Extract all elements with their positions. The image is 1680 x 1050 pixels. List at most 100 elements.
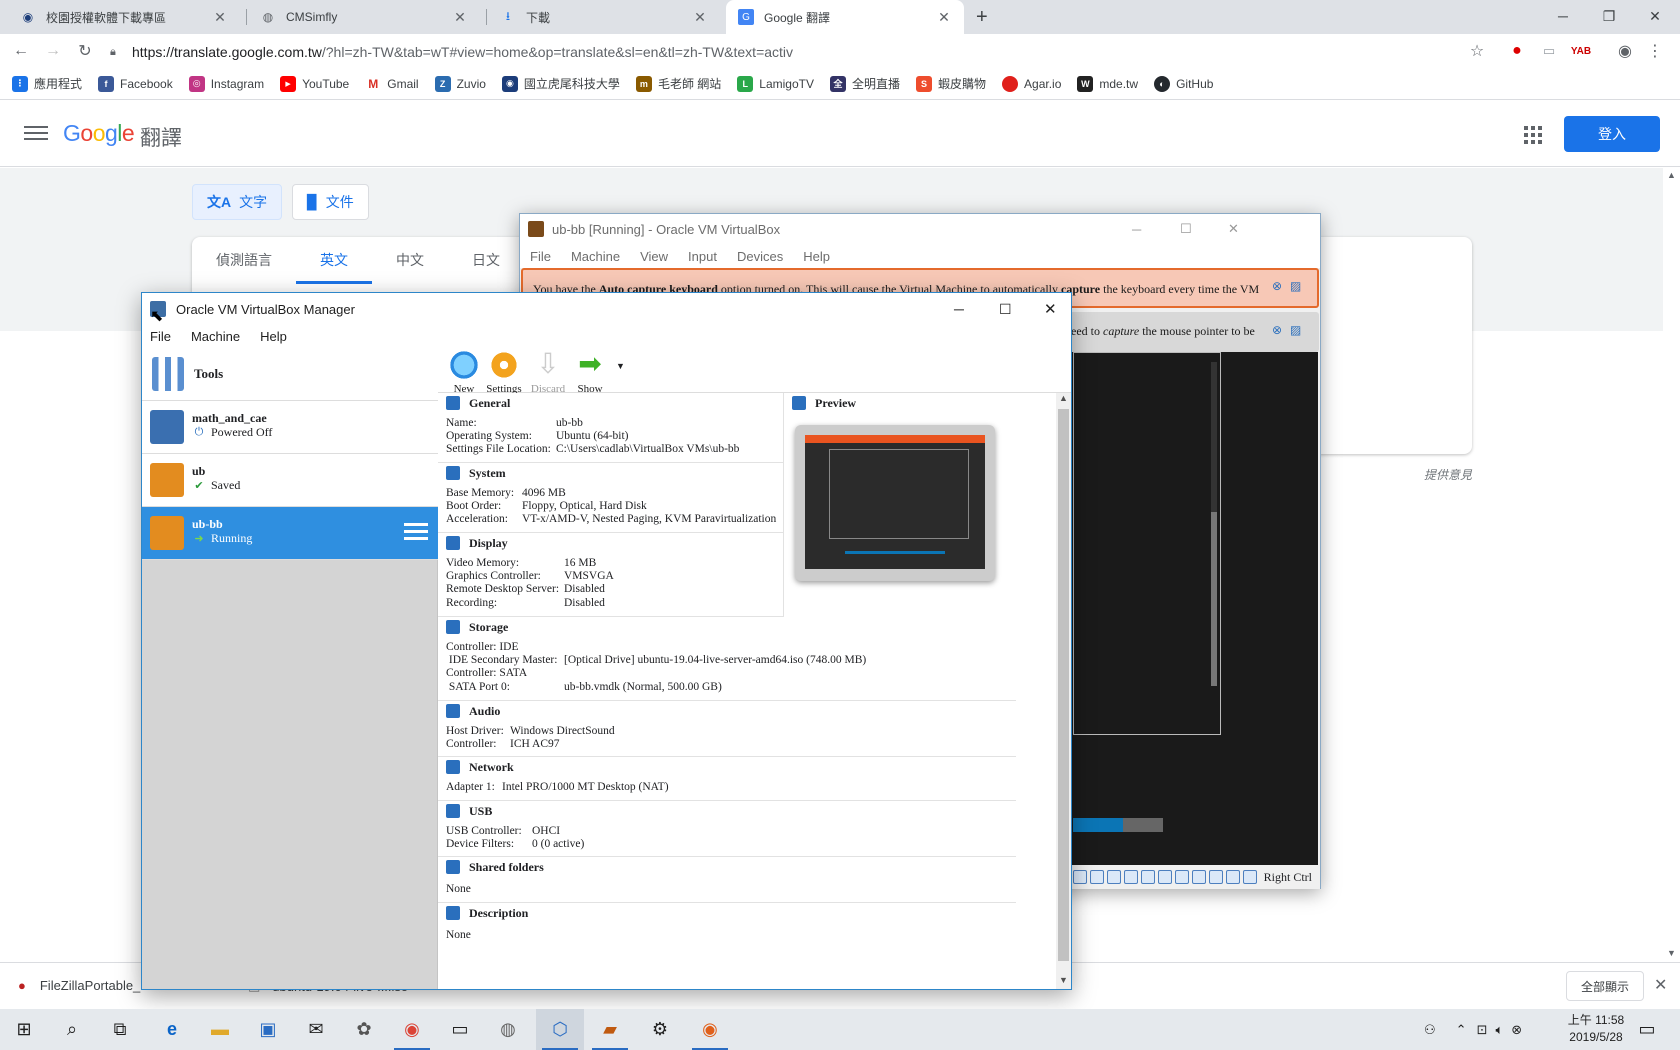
browser-tab-1[interactable]: ◉ 校園授權軟體下載專區 ✕ <box>8 0 240 34</box>
new-tab-button[interactable]: + <box>976 6 988 29</box>
minimize-icon[interactable]: ─ <box>954 301 964 317</box>
section-header[interactable]: System <box>438 463 783 483</box>
mouse-integration-icon[interactable] <box>1225 870 1240 884</box>
bookmark-live[interactable]: 全全明直播 <box>829 75 900 92</box>
search-icon[interactable]: ⌕ <box>48 1009 96 1050</box>
close-tab-icon[interactable]: ✕ <box>452 9 468 26</box>
profile-icon[interactable]: ◉ <box>1612 38 1638 64</box>
chrome-menu-icon[interactable]: ⋮ <box>1642 38 1668 64</box>
maximize-icon[interactable]: ☐ <box>1180 221 1192 237</box>
bookmark-nfu[interactable]: ◉ 國立虎尾科技大學 <box>501 75 620 92</box>
show-all-downloads-button[interactable]: 全部顯示 <box>1566 971 1644 1001</box>
bookmark-zuvio[interactable]: Z Zuvio <box>434 75 486 92</box>
google-logo[interactable]: Google <box>63 120 135 147</box>
close-icon[interactable]: ✕ <box>1228 221 1239 237</box>
task-view-icon[interactable]: ⧉ <box>96 1009 144 1050</box>
menu-view[interactable]: View <box>640 249 668 264</box>
section-header[interactable]: Storage <box>438 617 1016 637</box>
browser-tab-2[interactable]: ◍ CMSimfly ✕ <box>248 0 480 34</box>
show-hidden-icons-icon[interactable]: ⌃ <box>1456 1022 1467 1038</box>
menu-help[interactable]: Help <box>803 249 830 264</box>
chrome-app-icon[interactable]: ◉ <box>388 1009 436 1050</box>
menu-file[interactable]: File <box>530 249 551 264</box>
bookmark-gmail[interactable]: M Gmail <box>365 75 419 92</box>
show-dropdown-icon[interactable]: ▼ <box>616 361 625 371</box>
minimize-icon[interactable]: ─ <box>1540 0 1586 32</box>
display-icon[interactable] <box>1174 870 1189 884</box>
vm-item-ub-bb[interactable]: ub-bb ➜ Running <box>142 507 438 560</box>
bookmark-facebook[interactable]: f Facebook <box>98 75 173 92</box>
close-download-bar-icon[interactable]: ✕ <box>1654 975 1667 995</box>
document-mode-button[interactable]: ▉ 文件 <box>292 184 369 220</box>
google-apps-icon[interactable] <box>1524 126 1542 144</box>
section-header[interactable]: General <box>438 393 783 413</box>
terminal-app-icon[interactable]: ▭ <box>436 1009 484 1050</box>
close-tab-icon[interactable]: ✕ <box>692 9 708 26</box>
close-notice-icon[interactable]: ⊗ <box>1272 279 1282 293</box>
scroll-down-icon[interactable]: ▼ <box>1056 975 1071 985</box>
recording-icon[interactable] <box>1191 870 1206 884</box>
menu-devices[interactable]: Devices <box>737 249 783 264</box>
bookmark-teacher-site[interactable]: m 毛老師 網站 <box>635 75 721 92</box>
scroll-up-icon[interactable]: ▲ <box>1056 393 1071 403</box>
scroll-thumb[interactable] <box>1058 409 1069 961</box>
page-scrollbar[interactable]: ▲ ▼ <box>1663 168 1680 963</box>
forward-icon[interactable]: → <box>40 38 66 64</box>
close-tab-icon[interactable]: ✕ <box>936 9 952 26</box>
extension-adblock-icon[interactable]: ● <box>1504 38 1530 64</box>
settings-gear-icon[interactable]: ⚙ <box>636 1009 684 1050</box>
manager-title-bar[interactable]: Oracle VM VirtualBox Manager ─ ☐ ✕ <box>142 293 1071 325</box>
bookmark-apps[interactable]: ⋮ 應用程式 <box>12 75 82 92</box>
section-header[interactable]: Preview <box>784 393 1056 413</box>
optical-drive-icon[interactable] <box>1089 870 1104 884</box>
close-tab-icon[interactable]: ✕ <box>212 9 228 26</box>
show-button[interactable]: ➡ Show <box>566 349 614 395</box>
menu-machine[interactable]: Machine <box>191 329 240 344</box>
scroll-up-icon[interactable]: ▲ <box>1667 170 1676 180</box>
back-icon[interactable]: ← <box>8 38 34 64</box>
sign-in-button[interactable]: 登入 <box>1564 116 1660 152</box>
details-scrollbar[interactable]: ▲ ▼ <box>1056 393 1071 989</box>
shared-folder-icon[interactable] <box>1157 870 1172 884</box>
section-header[interactable]: USB <box>438 801 1016 821</box>
usb-icon[interactable] <box>1140 870 1155 884</box>
bookmark-github[interactable]: ◐ GitHub <box>1154 75 1213 92</box>
maximize-icon[interactable]: ☐ <box>999 301 1012 318</box>
bookmark-mde[interactable]: Wmde.tw <box>1077 75 1138 92</box>
filezilla-app-icon[interactable]: ✿ <box>340 1009 388 1050</box>
bookmark-shopee[interactable]: S 蝦皮購物 <box>916 75 986 92</box>
network-status-icon[interactable]: ⊡ <box>1477 1022 1488 1038</box>
keyboard-capture-icon[interactable] <box>1242 870 1257 884</box>
store-icon[interactable]: ▣ <box>244 1009 292 1050</box>
feedback-link[interactable]: 提供意見 <box>1424 466 1472 483</box>
section-header[interactable]: Audio <box>438 701 1016 721</box>
browser-tab-3[interactable]: ⭳ 下載 ✕ <box>488 0 720 34</box>
section-header[interactable]: Shared folders <box>438 857 1016 877</box>
people-icon[interactable]: ⚇ <box>1424 1022 1436 1038</box>
bookmark-agario[interactable]: Agar.io <box>1002 75 1061 92</box>
hard-disk-icon[interactable] <box>1072 870 1087 884</box>
menu-help[interactable]: Help <box>260 329 287 344</box>
menu-file[interactable]: File <box>150 329 171 344</box>
lang-tab-english[interactable]: 英文 <box>296 250 372 284</box>
reload-icon[interactable]: ↻ <box>72 38 98 64</box>
mute-notice-icon[interactable]: ▨ <box>1290 323 1301 337</box>
action-center-icon[interactable]: ▭ <box>1624 1009 1670 1050</box>
section-header[interactable]: Network <box>438 757 1016 777</box>
vm-item-ub[interactable]: ub ✔ Saved <box>142 454 438 507</box>
virtualbox-app-icon[interactable]: ⬡ <box>536 1009 584 1050</box>
minimize-icon[interactable]: ─ <box>1132 222 1141 237</box>
lang-tab-japanese[interactable]: 日文 <box>462 250 510 284</box>
bookmark-star-icon[interactable]: ☆ <box>1464 38 1490 64</box>
bookmark-lamigotv[interactable]: L LamigoTV <box>737 75 814 92</box>
text-mode-button[interactable]: 文A 文字 <box>192 184 283 220</box>
volume-muted-icon[interactable]: 🔈︎ <box>1495 1022 1503 1038</box>
section-header[interactable]: Description <box>438 903 1016 923</box>
extension-cast-icon[interactable]: ▭ <box>1536 38 1562 64</box>
close-notice-icon[interactable]: ⊗ <box>1272 323 1282 337</box>
mute-notice-icon[interactable]: ▨ <box>1290 279 1301 293</box>
lang-tab-chinese[interactable]: 中文 <box>386 250 434 284</box>
main-menu-icon[interactable] <box>24 122 48 144</box>
lang-tab-detect[interactable]: 偵測語言 <box>208 250 280 284</box>
section-header[interactable]: Display <box>438 533 783 553</box>
